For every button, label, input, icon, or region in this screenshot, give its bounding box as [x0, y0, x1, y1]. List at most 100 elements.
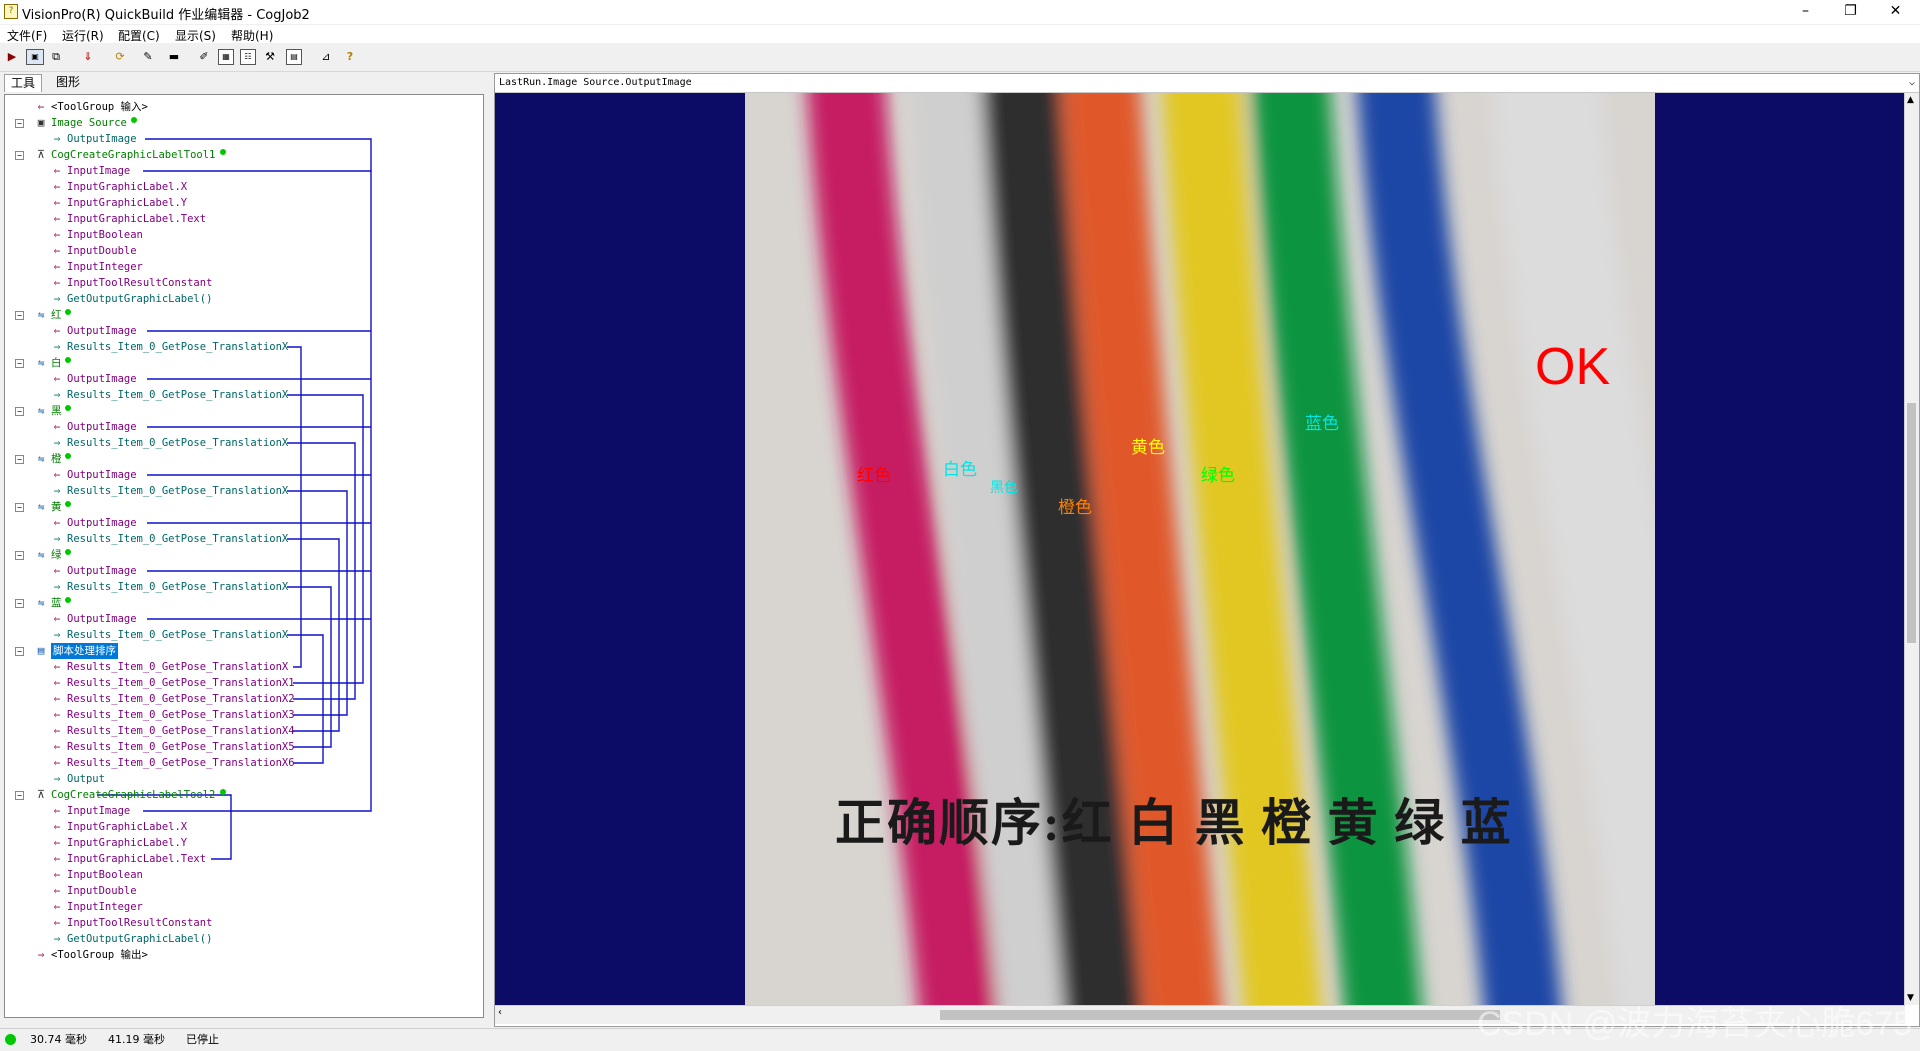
import-icon[interactable]: ⇓	[80, 49, 96, 65]
tab-tools[interactable]: 工具	[4, 74, 43, 92]
tree-label: <ToolGroup 输入>	[51, 101, 148, 113]
tree-label: Results_Item_0_GetPose_TranslationX	[67, 533, 289, 545]
tools-icon[interactable]: ⚒	[262, 49, 278, 65]
minus-icon[interactable]: ▬	[166, 49, 182, 65]
label-tool-icon: ⊼	[36, 788, 46, 801]
tree-label: OutputImage	[67, 469, 137, 481]
arrow-out-icon: ⇒	[53, 932, 61, 945]
color-label: 白色	[943, 460, 977, 480]
arrow-in-icon: ⇐	[53, 564, 61, 577]
menu-run[interactable]: 运行(R)	[62, 27, 104, 44]
menu-config[interactable]: 配置(C)	[118, 27, 160, 44]
arrow-in-icon: ⇐	[53, 212, 61, 225]
tree-label: Results_Item_0_GetPose_TranslationX5	[67, 741, 295, 753]
vertical-scrollbar[interactable]: ▲ ▼	[1904, 93, 1919, 1005]
close-button[interactable]: ✕	[1873, 0, 1918, 24]
arrow-in-icon: ⇐	[53, 260, 61, 273]
status-dot-icon	[65, 405, 71, 411]
tree-label: <ToolGroup 输出>	[51, 949, 148, 961]
menu-display[interactable]: 显示(S)	[175, 27, 216, 44]
blob-tool-icon: ⇋	[37, 404, 45, 417]
tree-label: GetOutputGraphicLabel()	[67, 293, 213, 305]
copy-icon[interactable]: ⧉	[48, 49, 64, 65]
tree-label: Results_Item_0_GetPose_TranslationX	[67, 581, 289, 593]
app-icon: ?	[4, 4, 18, 19]
camera-icon: ▣	[37, 116, 45, 129]
display-icon[interactable]: ▣	[26, 49, 44, 65]
tree-label: Results_Item_0_GetPose_TranslationX1	[67, 677, 295, 689]
tree-label: InputImage	[67, 805, 131, 817]
arrow-in-icon: ⇐	[53, 804, 61, 817]
arrow-out-icon: ⇒	[53, 132, 61, 145]
arrow-out-icon: ⇒	[53, 292, 61, 305]
image-icon[interactable]: ▤	[286, 49, 302, 65]
collapse-icon[interactable]: −	[15, 311, 24, 320]
measure-icon[interactable]: ⊿	[318, 49, 334, 65]
paint-icon[interactable]: ✎	[140, 49, 156, 65]
menu-help[interactable]: 帮助(H)	[231, 27, 273, 44]
collapse-icon[interactable]: −	[15, 551, 24, 560]
collapse-icon[interactable]: −	[15, 455, 24, 464]
refresh-icon[interactable]: ⟳	[112, 49, 128, 65]
table-icon[interactable]: ☷	[240, 49, 256, 65]
help-icon[interactable]: ?	[342, 49, 358, 65]
collapse-icon[interactable]: −	[15, 503, 24, 512]
horizontal-scroll-thumb[interactable]	[940, 1010, 1500, 1020]
scroll-up-icon[interactable]: ▲	[1907, 95, 1914, 105]
collapse-icon[interactable]: −	[15, 407, 24, 416]
arrow-in-icon: ⇐	[53, 516, 61, 529]
tree-label: CogCreateGraphicLabelTool1	[51, 149, 216, 161]
tree-label: Results_Item_0_GetPose_TranslationX2	[67, 693, 295, 705]
run-icon[interactable]: ▶	[4, 49, 20, 65]
wire-translation-3	[287, 490, 348, 716]
arrow-in-icon: ⇐	[53, 196, 61, 209]
chevron-down-icon[interactable]: ⌵	[1909, 74, 1915, 92]
script-tool-icon: ▤	[37, 644, 45, 657]
collapse-icon[interactable]: −	[15, 119, 24, 128]
arrow-in-icon: ⇐	[53, 164, 61, 177]
tree-label: OutputImage	[67, 613, 137, 625]
status-dot-icon	[65, 309, 71, 315]
arrow-out-icon: ⇒	[53, 772, 61, 785]
tree-label: InputDouble	[67, 885, 137, 897]
tree-label: 蓝	[51, 597, 62, 609]
tree-label: InputGraphicLabel.Text	[67, 853, 207, 865]
image-viewer[interactable]: 红色 白色 黑色 橙色 黄色 绿色 蓝色 OK 正确顺序:红 白 黑 橙 黄 绿 蓝	[495, 93, 1905, 1005]
arrow-in-icon: ⇐	[53, 180, 61, 193]
status-dot-icon	[65, 597, 71, 603]
vertical-scroll-thumb[interactable]	[1907, 403, 1916, 643]
tab-graphics[interactable]: 图形	[50, 74, 86, 91]
result-text: OK	[1535, 338, 1611, 396]
tree-label: InputImage	[67, 165, 131, 177]
arrow-out-icon: ⇒	[53, 340, 61, 353]
wires-photo	[745, 93, 1655, 1005]
color-label: 黄色	[1131, 438, 1165, 458]
arrow-in-icon: ⇐	[37, 100, 45, 113]
tree-label: InputGraphicLabel.X	[67, 181, 188, 193]
tree-label: InputGraphicLabel.Y	[67, 197, 188, 209]
collapse-icon[interactable]: −	[15, 151, 24, 160]
arrow-in-icon: ⇐	[53, 852, 61, 865]
tree-label: InputInteger	[67, 261, 143, 273]
minimize-button[interactable]: –	[1783, 0, 1828, 24]
collapse-icon[interactable]: −	[15, 791, 24, 800]
grid-icon[interactable]: ▦	[218, 49, 234, 65]
collapse-icon[interactable]: −	[15, 599, 24, 608]
arrow-in-icon: ⇐	[53, 836, 61, 849]
arrow-in-icon: ⇐	[53, 692, 61, 705]
collapse-icon[interactable]: −	[15, 359, 24, 368]
tree-label: 脚本处理排序	[51, 643, 118, 659]
blob-tool-icon: ⇋	[37, 500, 45, 513]
tree-label: OutputImage	[67, 517, 137, 529]
tree-label: InputBoolean	[67, 229, 143, 241]
collapse-icon[interactable]: −	[15, 647, 24, 656]
maximize-button[interactable]: ❐	[1828, 0, 1873, 24]
edit-icon[interactable]: ✐	[196, 49, 212, 65]
tree-label: 红	[51, 309, 62, 321]
blob-tool-icon: ⇋	[37, 548, 45, 561]
tree-label: OutputImage	[67, 325, 137, 337]
tree-label: InputDouble	[67, 245, 137, 257]
scroll-left-icon[interactable]: ‹	[498, 1007, 502, 1018]
image-source-selector[interactable]: LastRun.Image Source.OutputImage ⌵	[495, 74, 1919, 93]
menu-file[interactable]: 文件(F)	[7, 27, 47, 44]
